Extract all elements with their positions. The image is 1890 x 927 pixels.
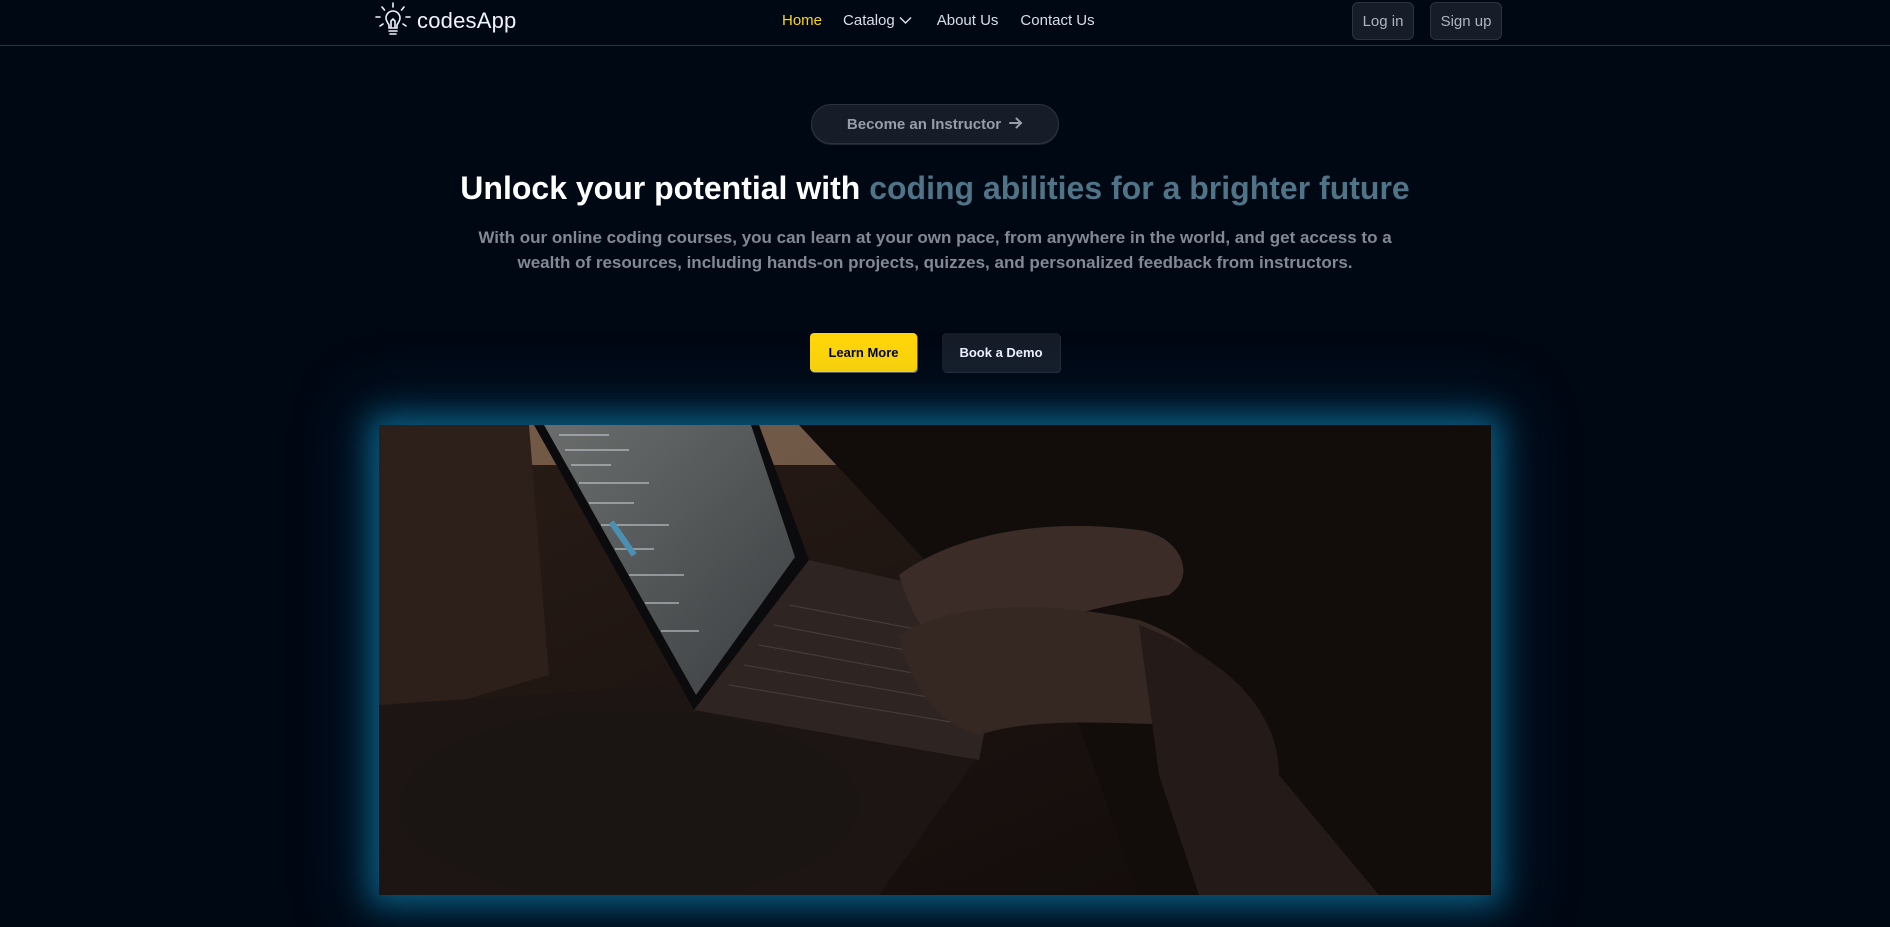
book-demo-button[interactable]: Book a Demo <box>942 333 1060 372</box>
headline-accent: coding abilities for a brighter future <box>869 170 1410 206</box>
become-instructor-label: Become an Instructor <box>846 115 1002 133</box>
nav-item-catalog-label: Catalog <box>843 12 895 29</box>
lightbulb-icon <box>373 2 413 40</box>
nav-item-about[interactable]: About Us <box>937 12 999 29</box>
hero-video[interactable] <box>379 425 1491 895</box>
brand-name: codesApp <box>417 8 517 33</box>
login-button[interactable]: Log in <box>1352 2 1414 40</box>
become-instructor-button[interactable]: Become an Instructor <box>811 104 1059 144</box>
brand-logo[interactable]: codesApp <box>373 2 516 40</box>
learn-more-button[interactable]: Learn More <box>810 333 917 372</box>
nav-item-contact[interactable]: Contact Us <box>1020 12 1094 29</box>
signup-button[interactable]: Sign up <box>1430 2 1502 40</box>
arrow-right-icon <box>1009 116 1023 133</box>
headline-plain: Unlock your potential with <box>460 170 870 206</box>
hero-headline: Unlock your potential with coding abilit… <box>0 170 1870 207</box>
chevron-down-icon <box>899 12 912 29</box>
laptop-typing-image <box>379 425 1491 895</box>
hero-subtext: With our online coding courses, you can … <box>478 228 1392 272</box>
main-nav: Home Catalog About Us Contact Us <box>782 12 1095 29</box>
nav-item-home[interactable]: Home <box>782 12 822 29</box>
nav-item-catalog[interactable]: Catalog <box>843 12 912 29</box>
top-navbar: codesApp Home Catalog About Us Contact U… <box>0 0 1890 46</box>
